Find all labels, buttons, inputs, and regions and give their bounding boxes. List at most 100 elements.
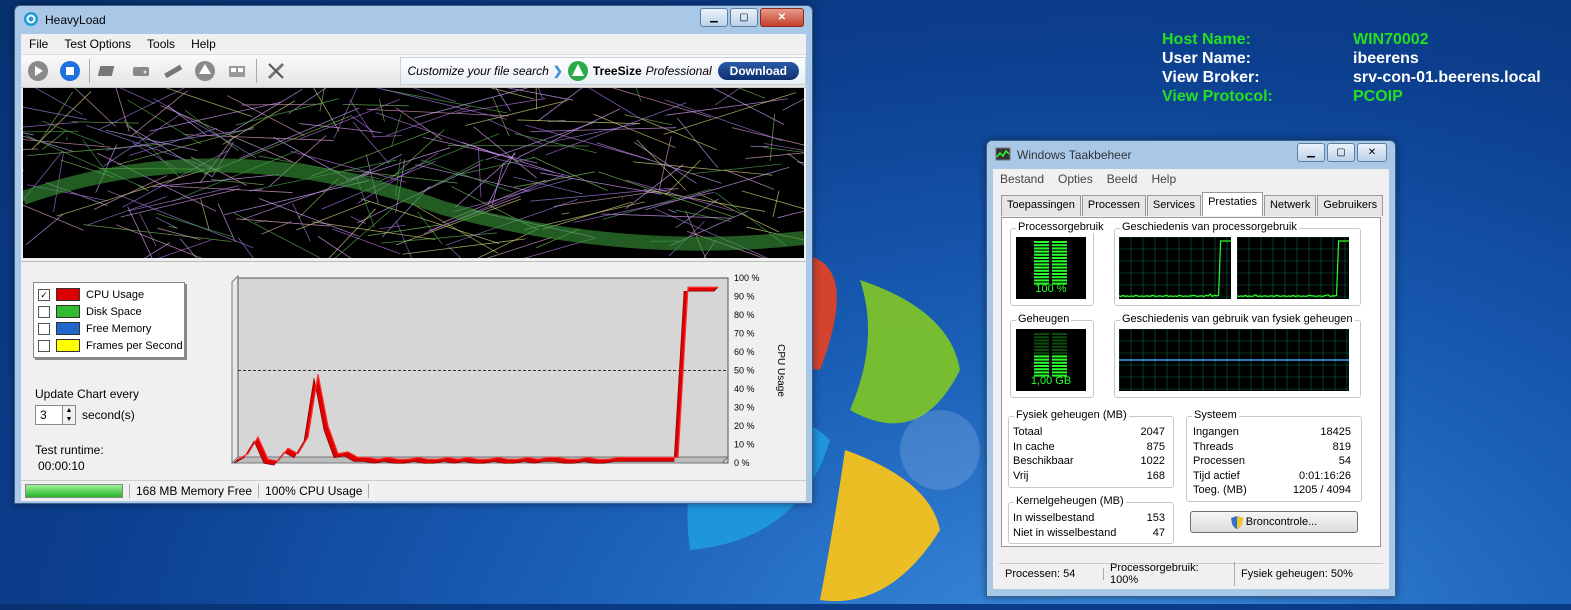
- mesh-line: [675, 210, 731, 221]
- system-group: Systeem Ingangen18425 Threads819 Process…: [1186, 416, 1362, 502]
- meter-bar-segment: [1052, 270, 1067, 272]
- cpu-history-graph-core1: [1119, 237, 1231, 299]
- legend-item-cpu[interactable]: ✓ CPU Usage: [34, 286, 184, 303]
- meter-bar-segment: [1052, 346, 1067, 348]
- mesh-line: [42, 130, 66, 149]
- tab-services[interactable]: Services: [1147, 195, 1201, 216]
- stop-button[interactable]: [57, 58, 83, 84]
- legend-item-disk[interactable]: Disk Space: [34, 303, 184, 320]
- meter-bar-segment: [1034, 349, 1049, 351]
- minimize-icon: ▁: [1307, 147, 1315, 158]
- y-tick-label: 40 %: [734, 384, 755, 394]
- disk-test-button[interactable]: [128, 58, 154, 84]
- cpu-history-graph-core2: [1237, 237, 1349, 299]
- minimize-button[interactable]: ▁: [1297, 143, 1325, 162]
- menu-help[interactable]: Help: [183, 37, 224, 51]
- close-button[interactable]: ✕: [760, 8, 804, 27]
- mesh-line: [156, 214, 232, 238]
- meter-bar-segment: [1052, 279, 1067, 281]
- treesize-promo-banner[interactable]: Customize your file search ❯ TreeSize Pr…: [400, 57, 806, 85]
- meter-bar-segment: [1034, 362, 1049, 364]
- mesh-line: [29, 88, 154, 104]
- heavyload-titlebar[interactable]: HeavyLoad ▁ ▢ ✕: [15, 6, 812, 34]
- meter-bar-segment: [1034, 241, 1049, 243]
- meter-bar-segment: [1034, 333, 1049, 335]
- gpu-test-button[interactable]: [192, 58, 218, 84]
- resource-monitor-button[interactable]: Broncontrole...: [1190, 511, 1358, 533]
- update-interval-input[interactable]: 3: [35, 405, 63, 425]
- bginfo-value: WIN70002: [1353, 30, 1429, 49]
- table-row: Ingangen18425: [1193, 425, 1351, 440]
- legend-label: CPU Usage: [86, 289, 144, 301]
- maximize-button[interactable]: ▢: [730, 8, 758, 27]
- treesize-logo-icon: [567, 60, 589, 82]
- meter-bar-segment: [1052, 368, 1067, 370]
- menu-test-options[interactable]: Test Options: [56, 37, 139, 51]
- update-interval-stepper[interactable]: ▲▼: [63, 405, 76, 425]
- mesh-line: [750, 146, 769, 147]
- menu-help[interactable]: Help: [1144, 172, 1183, 186]
- row-label: In wisselbestand: [1013, 511, 1094, 526]
- mesh-line: [180, 239, 207, 258]
- toolbar: Customize your file search ❯ TreeSize Pr…: [21, 55, 806, 88]
- table-row: Niet in wisselbestand47: [1013, 526, 1165, 541]
- ram-test-button[interactable]: [224, 58, 250, 84]
- mesh-line: [23, 99, 87, 120]
- memory-swatch: [56, 322, 80, 335]
- mesh-line: [83, 225, 231, 242]
- mesh-line: [777, 185, 804, 218]
- y-tick-label: 30 %: [734, 403, 755, 413]
- update-unit: second(s): [82, 408, 135, 422]
- cpu-checkbox[interactable]: ✓: [38, 289, 50, 301]
- row-value: 54: [1339, 454, 1351, 469]
- minimize-button[interactable]: ▁: [700, 8, 728, 27]
- menu-bestand[interactable]: Bestand: [993, 172, 1051, 186]
- menu-beeld[interactable]: Beeld: [1100, 172, 1145, 186]
- row-value: 2047: [1141, 425, 1165, 440]
- cpu-test-button[interactable]: [96, 58, 122, 84]
- table-row: Processen54: [1193, 454, 1351, 469]
- mesh-line: [218, 203, 235, 242]
- cpu-history-line: [1119, 241, 1231, 296]
- memory-test-button[interactable]: [160, 58, 186, 84]
- meter-bar-segment: [1034, 263, 1049, 265]
- meter-bar-segment: [1052, 352, 1067, 354]
- mesh-line: [626, 164, 683, 208]
- mesh-line: [172, 151, 298, 202]
- menu-tools[interactable]: Tools: [139, 37, 183, 51]
- tab-prestaties[interactable]: Prestaties: [1202, 192, 1263, 216]
- tab-gebruikers[interactable]: Gebruikers: [1317, 195, 1383, 216]
- mesh-line: [668, 209, 676, 212]
- legend-item-memory[interactable]: Free Memory: [34, 320, 184, 337]
- mesh-line: [637, 140, 686, 190]
- taskmgr-titlebar[interactable]: Windows Taakbeheer ▁ ▢ ✕: [987, 141, 1395, 169]
- disk-checkbox[interactable]: [38, 306, 50, 318]
- tab-processen[interactable]: Processen: [1082, 195, 1146, 216]
- menu-opties[interactable]: Opties: [1051, 172, 1100, 186]
- menu-file[interactable]: File: [21, 37, 56, 51]
- close-icon: ✕: [778, 12, 786, 23]
- gpu-icon: [194, 60, 216, 82]
- meter-bar-segment: [1034, 346, 1049, 348]
- maximize-button[interactable]: ▢: [1327, 143, 1355, 162]
- fps-checkbox[interactable]: [38, 340, 50, 352]
- tab-toepassingen[interactable]: Toepassingen: [1001, 195, 1081, 216]
- start-button[interactable]: [25, 58, 51, 84]
- memory-checkbox[interactable]: [38, 323, 50, 335]
- close-button[interactable]: ✕: [1357, 143, 1387, 162]
- cpu-usage-chart: 100 %90 %80 %70 %60 %50 %40 %30 %20 %10 …: [226, 270, 786, 480]
- mesh-line: [353, 122, 390, 164]
- mesh-line: [677, 118, 718, 168]
- bginfo-key: View Broker:: [1162, 68, 1353, 87]
- tab-netwerk[interactable]: Netwerk: [1264, 195, 1316, 216]
- mesh-line: [114, 88, 129, 132]
- bginfo-key: User Name:: [1162, 49, 1353, 68]
- meter-bar-segment: [1052, 371, 1067, 373]
- tools-button[interactable]: [263, 58, 289, 84]
- performance-panel: Processorgebruik 100 % Geschiedenis van …: [1001, 217, 1381, 547]
- download-button[interactable]: Download: [718, 62, 799, 80]
- meter-bar-segment: [1034, 368, 1049, 370]
- legend-item-fps[interactable]: Frames per Second: [34, 337, 184, 354]
- mesh-line: [239, 108, 358, 159]
- ram-icon: [226, 60, 248, 82]
